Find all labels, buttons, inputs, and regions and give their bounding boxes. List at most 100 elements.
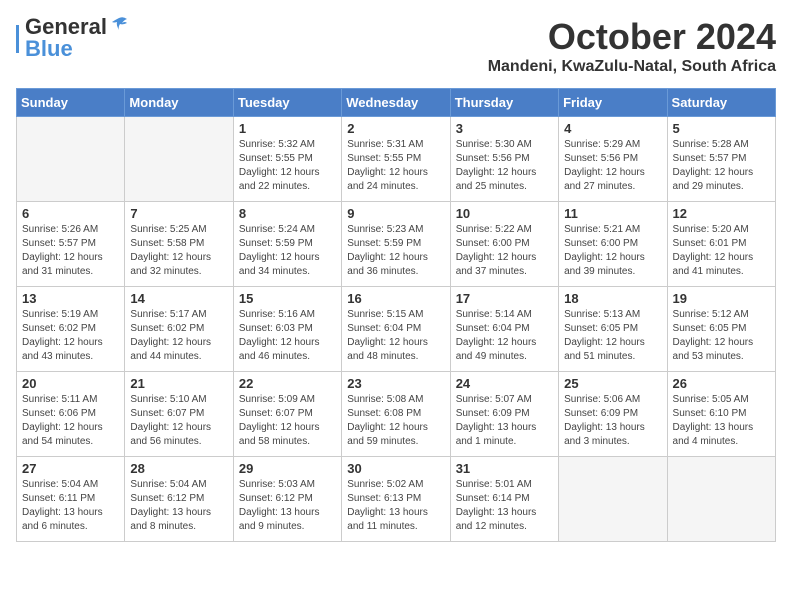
day-info: Sunrise: 5:22 AM Sunset: 6:00 PM Dayligh… [456,223,553,279]
calendar-week-row: 13 Sunrise: 5:19 AM Sunset: 6:02 PM Dayli… [17,287,776,372]
day-info: Sunrise: 5:04 AM Sunset: 6:12 PM Dayligh… [130,478,227,534]
calendar-week-row: 20 Sunrise: 5:11 AM Sunset: 6:06 PM Dayli… [17,372,776,457]
day-number: 16 [347,291,444,306]
calendar-week-row: 1 Sunrise: 5:32 AM Sunset: 5:55 PM Daylig… [17,117,776,202]
calendar-cell: 13 Sunrise: 5:19 AM Sunset: 6:02 PM Dayli… [17,287,125,372]
day-number: 23 [347,376,444,391]
logo-bird-icon [109,15,129,35]
day-info: Sunrise: 5:13 AM Sunset: 6:05 PM Dayligh… [564,308,661,364]
day-info: Sunrise: 5:19 AM Sunset: 6:02 PM Dayligh… [22,308,119,364]
day-number: 13 [22,291,119,306]
calendar-cell: 2 Sunrise: 5:31 AM Sunset: 5:55 PM Daylig… [342,117,450,202]
calendar-cell: 3 Sunrise: 5:30 AM Sunset: 5:56 PM Daylig… [450,117,558,202]
day-info: Sunrise: 5:32 AM Sunset: 5:55 PM Dayligh… [239,138,336,194]
calendar-week-row: 27Sunrise: 5:04 AM Sunset: 6:11 PM Dayli… [17,457,776,542]
day-number: 27 [22,461,119,476]
calendar-cell: 20 Sunrise: 5:11 AM Sunset: 6:06 PM Dayli… [17,372,125,457]
day-number: 30 [347,461,444,476]
day-number: 10 [456,206,553,221]
logo-text-blue: Blue [25,36,73,61]
day-number: 21 [130,376,227,391]
day-info: Sunrise: 5:08 AM Sunset: 6:08 PM Dayligh… [347,393,444,449]
weekday-header: Sunday [17,89,125,117]
day-number: 31 [456,461,553,476]
day-number: 14 [130,291,227,306]
weekday-header: Monday [125,89,233,117]
calendar-cell: 22 Sunrise: 5:09 AM Sunset: 6:07 PM Dayli… [233,372,341,457]
day-number: 19 [673,291,770,306]
day-number: 25 [564,376,661,391]
day-number: 22 [239,376,336,391]
calendar-cell: 27Sunrise: 5:04 AM Sunset: 6:11 PM Dayli… [17,457,125,542]
day-info: Sunrise: 5:05 AM Sunset: 6:10 PM Dayligh… [673,393,770,449]
day-number: 24 [456,376,553,391]
day-info: Sunrise: 5:09 AM Sunset: 6:07 PM Dayligh… [239,393,336,449]
weekday-header: Tuesday [233,89,341,117]
day-number: 20 [22,376,119,391]
day-info: Sunrise: 5:25 AM Sunset: 5:58 PM Dayligh… [130,223,227,279]
day-number: 1 [239,121,336,136]
calendar-cell: 7 Sunrise: 5:25 AM Sunset: 5:58 PM Daylig… [125,202,233,287]
day-number: 6 [22,206,119,221]
day-info: Sunrise: 5:29 AM Sunset: 5:56 PM Dayligh… [564,138,661,194]
calendar-cell: 29Sunrise: 5:03 AM Sunset: 6:12 PM Dayli… [233,457,341,542]
location-text: Mandeni, KwaZulu-Natal, South Africa [488,58,776,76]
calendar-cell: 6 Sunrise: 5:26 AM Sunset: 5:57 PM Daylig… [17,202,125,287]
day-info: Sunrise: 5:10 AM Sunset: 6:07 PM Dayligh… [130,393,227,449]
day-number: 3 [456,121,553,136]
day-info: Sunrise: 5:15 AM Sunset: 6:04 PM Dayligh… [347,308,444,364]
day-info: Sunrise: 5:20 AM Sunset: 6:01 PM Dayligh… [673,223,770,279]
calendar-week-row: 6 Sunrise: 5:26 AM Sunset: 5:57 PM Daylig… [17,202,776,287]
calendar-cell: 1 Sunrise: 5:32 AM Sunset: 5:55 PM Daylig… [233,117,341,202]
calendar-cell: 11Sunrise: 5:21 AM Sunset: 6:00 PM Dayli… [559,202,667,287]
calendar-cell: 5 Sunrise: 5:28 AM Sunset: 5:57 PM Daylig… [667,117,775,202]
calendar-cell: 28 Sunrise: 5:04 AM Sunset: 6:12 PM Dayli… [125,457,233,542]
day-info: Sunrise: 5:21 AM Sunset: 6:00 PM Dayligh… [564,223,661,279]
day-info: Sunrise: 5:26 AM Sunset: 5:57 PM Dayligh… [22,223,119,279]
day-info: Sunrise: 5:28 AM Sunset: 5:57 PM Dayligh… [673,138,770,194]
calendar-cell: 12 Sunrise: 5:20 AM Sunset: 6:01 PM Dayli… [667,202,775,287]
day-info: Sunrise: 5:24 AM Sunset: 5:59 PM Dayligh… [239,223,336,279]
calendar-cell [667,457,775,542]
calendar-cell: 19Sunrise: 5:12 AM Sunset: 6:05 PM Dayli… [667,287,775,372]
calendar-table: SundayMondayTuesdayWednesdayThursdayFrid… [16,88,776,542]
calendar-cell: 9 Sunrise: 5:23 AM Sunset: 5:59 PM Daylig… [342,202,450,287]
calendar-cell: 26Sunrise: 5:05 AM Sunset: 6:10 PM Dayli… [667,372,775,457]
day-number: 7 [130,206,227,221]
day-number: 8 [239,206,336,221]
day-info: Sunrise: 5:30 AM Sunset: 5:56 PM Dayligh… [456,138,553,194]
day-number: 15 [239,291,336,306]
calendar-cell: 23 Sunrise: 5:08 AM Sunset: 6:08 PM Dayli… [342,372,450,457]
day-info: Sunrise: 5:11 AM Sunset: 6:06 PM Dayligh… [22,393,119,449]
day-number: 12 [673,206,770,221]
calendar-cell: 8 Sunrise: 5:24 AM Sunset: 5:59 PM Daylig… [233,202,341,287]
day-info: Sunrise: 5:23 AM Sunset: 5:59 PM Dayligh… [347,223,444,279]
calendar-cell: 30 Sunrise: 5:02 AM Sunset: 6:13 PM Dayli… [342,457,450,542]
day-number: 5 [673,121,770,136]
day-number: 18 [564,291,661,306]
title-block: October 2024 Mandeni, KwaZulu-Natal, Sou… [488,16,776,76]
calendar-cell [17,117,125,202]
day-info: Sunrise: 5:31 AM Sunset: 5:55 PM Dayligh… [347,138,444,194]
logo: General Blue [16,16,129,61]
weekday-header: Friday [559,89,667,117]
day-info: Sunrise: 5:02 AM Sunset: 6:13 PM Dayligh… [347,478,444,534]
calendar-cell: 18 Sunrise: 5:13 AM Sunset: 6:05 PM Dayli… [559,287,667,372]
weekday-header: Thursday [450,89,558,117]
day-number: 29 [239,461,336,476]
day-number: 2 [347,121,444,136]
calendar-cell: 14 Sunrise: 5:17 AM Sunset: 6:02 PM Dayli… [125,287,233,372]
calendar-cell: 17Sunrise: 5:14 AM Sunset: 6:04 PM Dayli… [450,287,558,372]
calendar-cell: 10 Sunrise: 5:22 AM Sunset: 6:00 PM Dayli… [450,202,558,287]
day-number: 9 [347,206,444,221]
logo-text-general: General [25,16,107,38]
day-info: Sunrise: 5:17 AM Sunset: 6:02 PM Dayligh… [130,308,227,364]
calendar-cell: 15 Sunrise: 5:16 AM Sunset: 6:03 PM Dayli… [233,287,341,372]
day-info: Sunrise: 5:16 AM Sunset: 6:03 PM Dayligh… [239,308,336,364]
calendar-cell: 25Sunrise: 5:06 AM Sunset: 6:09 PM Dayli… [559,372,667,457]
calendar-cell: 16 Sunrise: 5:15 AM Sunset: 6:04 PM Dayli… [342,287,450,372]
day-number: 4 [564,121,661,136]
day-number: 28 [130,461,227,476]
day-info: Sunrise: 5:14 AM Sunset: 6:04 PM Dayligh… [456,308,553,364]
day-info: Sunrise: 5:07 AM Sunset: 6:09 PM Dayligh… [456,393,553,449]
